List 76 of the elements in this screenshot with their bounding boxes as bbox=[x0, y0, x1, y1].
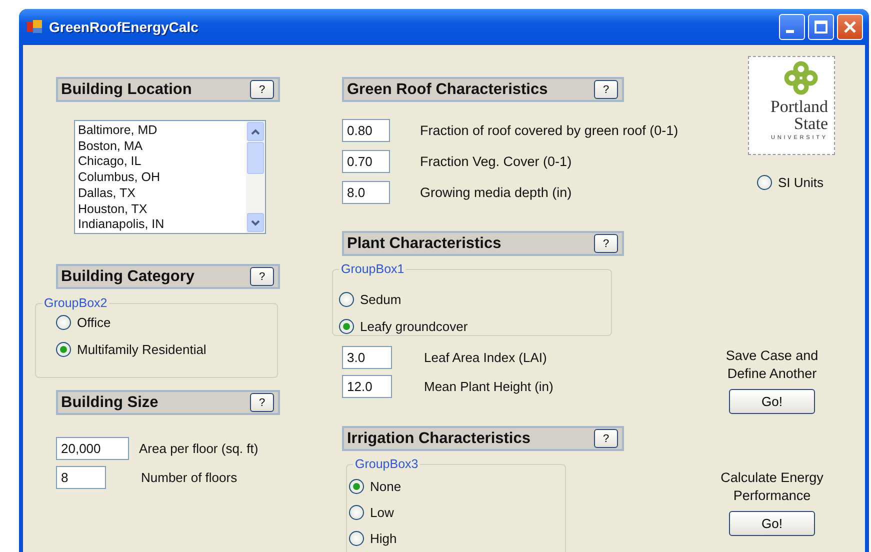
maximize-icon bbox=[814, 20, 828, 34]
radio-button[interactable] bbox=[349, 530, 364, 546]
help-button[interactable]: ? bbox=[250, 267, 274, 286]
text-field[interactable]: 8 bbox=[56, 466, 106, 489]
window-title: GreenRoofEnergyCalc bbox=[49, 19, 198, 35]
list-item[interactable]: Indianapolis, IN bbox=[78, 217, 243, 233]
scrollbar[interactable] bbox=[246, 121, 265, 233]
field-label: Growing media depth (in) bbox=[420, 185, 572, 200]
field-label: Mean Plant Height (in) bbox=[424, 379, 554, 394]
help-button[interactable]: ? bbox=[594, 80, 618, 99]
help-button[interactable]: ? bbox=[250, 80, 274, 99]
chevron-down-icon bbox=[251, 220, 260, 226]
radio-label: Office bbox=[77, 314, 111, 330]
text-field[interactable]: 0.70 bbox=[342, 150, 390, 173]
section-title: Green Roof Characteristics bbox=[347, 80, 548, 98]
city-list[interactable]: Baltimore, MD Boston, MA Chicago, IL Columbus, OH Dallas, TX Houston, TX Indianapolis, IN bbox=[74, 120, 266, 234]
text-field[interactable]: 3.0 bbox=[342, 346, 392, 369]
radio-label: SI Units bbox=[778, 174, 824, 190]
action-caption: Define Another bbox=[727, 365, 817, 383]
section-title: Plant Characteristics bbox=[347, 234, 502, 252]
list-item[interactable]: Baltimore, MD bbox=[78, 123, 243, 139]
scroll-thumb[interactable] bbox=[247, 142, 264, 174]
close-icon bbox=[843, 20, 857, 34]
list-item[interactable]: Dallas, TX bbox=[78, 186, 243, 202]
field-label: Fraction Veg. Cover (0-1) bbox=[420, 154, 572, 169]
minimize-icon bbox=[786, 30, 794, 33]
group-box-title: GroupBox3 bbox=[353, 457, 420, 471]
close-button[interactable] bbox=[837, 14, 863, 40]
list-item[interactable]: Columbus, OH bbox=[78, 170, 243, 186]
radio-button[interactable] bbox=[757, 174, 772, 190]
chevron-up-icon bbox=[251, 128, 260, 134]
text-field[interactable]: 12.0 bbox=[342, 375, 392, 398]
knot-icon bbox=[784, 61, 818, 95]
go-button[interactable]: Go! bbox=[729, 389, 815, 414]
field-label: Number of floors bbox=[141, 470, 238, 485]
go-button[interactable]: Go! bbox=[729, 511, 815, 536]
text-field[interactable]: 8.0 bbox=[342, 181, 390, 204]
minimize-button[interactable] bbox=[779, 14, 805, 40]
radio-label: None bbox=[370, 478, 402, 494]
list-item[interactable]: Houston, TX bbox=[78, 202, 243, 218]
group-box-title: GroupBox2 bbox=[42, 296, 110, 310]
radio-button[interactable] bbox=[56, 342, 71, 356]
scroll-up-button[interactable] bbox=[247, 122, 264, 141]
maximize-button[interactable] bbox=[808, 14, 834, 40]
app-icon bbox=[27, 19, 43, 35]
text-field[interactable]: 0.80 bbox=[342, 119, 390, 142]
action-caption: Save Case and bbox=[726, 347, 818, 365]
radio-label: Leafy groundcover bbox=[360, 318, 468, 334]
radio-button[interactable] bbox=[56, 314, 71, 330]
section-title: Building Category bbox=[61, 268, 194, 286]
logo-text: State bbox=[794, 115, 828, 132]
text-field[interactable]: 20,000 bbox=[56, 437, 129, 460]
field-label: Leaf Area Index (LAI) bbox=[424, 350, 547, 365]
help-button[interactable]: ? bbox=[594, 429, 618, 448]
action-caption: Performance bbox=[733, 487, 811, 505]
radio-label: Sedum bbox=[360, 292, 402, 306]
scroll-down-button[interactable] bbox=[247, 213, 264, 232]
help-button[interactable]: ? bbox=[594, 234, 618, 253]
logo-text: Portland bbox=[770, 98, 828, 115]
field-label: Area per floor (sq. ft) bbox=[139, 441, 258, 456]
radio-label: Multifamily Residential bbox=[77, 342, 206, 356]
section-title: Irrigation Characteristics bbox=[347, 430, 530, 448]
section-title: Building Location bbox=[61, 80, 192, 98]
action-caption: Calculate Energy bbox=[720, 469, 824, 487]
radio-button[interactable] bbox=[339, 318, 354, 334]
radio-label: Low bbox=[370, 504, 394, 520]
help-button[interactable]: ? bbox=[250, 393, 274, 412]
radio-button[interactable] bbox=[339, 292, 354, 306]
list-item[interactable]: Boston, MA bbox=[78, 138, 243, 154]
section-title: Building Size bbox=[61, 394, 158, 412]
field-label: Fraction of roof covered by green roof (0-1) bbox=[420, 123, 678, 138]
group-box-title: GroupBox1 bbox=[339, 262, 406, 276]
radio-label: High bbox=[370, 530, 397, 546]
radio-button[interactable] bbox=[349, 504, 364, 520]
list-item[interactable]: Chicago, IL bbox=[78, 154, 243, 170]
radio-button[interactable] bbox=[349, 478, 364, 494]
